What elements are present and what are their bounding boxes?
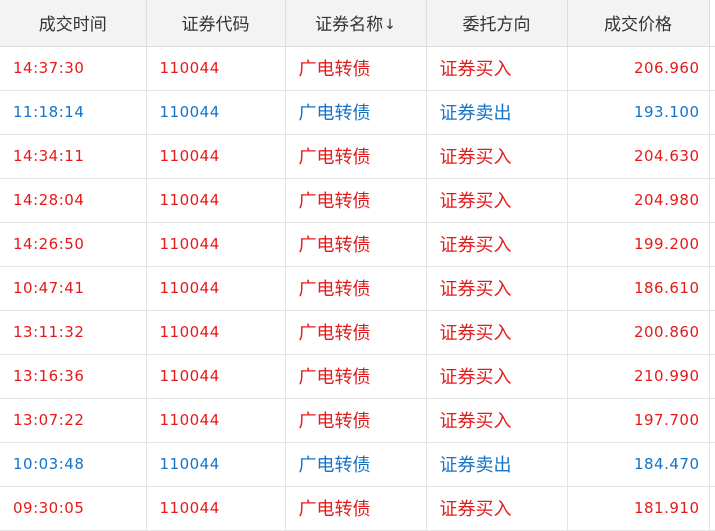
column-header-trade-time[interactable]: 成交时间 <box>0 0 147 47</box>
security-code-cell: 110044 <box>146 266 286 311</box>
row-filler <box>709 442 715 487</box>
table-row[interactable]: 13:11:32 110044 广电转债 证券买入 200.860 <box>0 310 715 355</box>
trade-price-cell: 186.610 <box>567 266 710 311</box>
header-filler <box>709 0 715 47</box>
trade-time-cell: 10:47:41 <box>0 266 147 311</box>
order-direction-cell: 证券买入 <box>426 398 568 443</box>
security-code-cell: 110044 <box>146 46 286 91</box>
table-row[interactable]: 10:03:48 110044 广电转债 证券卖出 184.470 <box>0 442 715 487</box>
table-row[interactable]: 14:28:04 110044 广电转债 证券买入 204.980 <box>0 178 715 223</box>
security-code-cell: 110044 <box>146 134 286 179</box>
trade-price-cell: 184.470 <box>567 442 710 487</box>
trade-time-cell: 14:37:30 <box>0 46 147 91</box>
security-code-cell: 110044 <box>146 442 286 487</box>
column-header-security-name[interactable]: 证券名称↓ <box>285 0 427 47</box>
order-direction-cell: 证券买入 <box>426 266 568 311</box>
security-code-cell: 110044 <box>146 178 286 223</box>
order-direction-cell: 证券买入 <box>426 178 568 223</box>
trade-time-cell: 13:11:32 <box>0 310 147 355</box>
security-code-cell: 110044 <box>146 354 286 399</box>
order-direction-cell: 证券买入 <box>426 222 568 267</box>
trade-price-cell: 199.200 <box>567 222 710 267</box>
row-filler <box>709 310 715 355</box>
table-header: 成交时间 证券代码 证券名称↓ 委托方向 成交价格 <box>0 0 715 47</box>
security-name-cell: 广电转债 <box>285 90 427 135</box>
security-name-cell: 广电转债 <box>285 310 427 355</box>
row-filler <box>709 398 715 443</box>
security-code-cell: 110044 <box>146 398 286 443</box>
trade-price-cell: 204.980 <box>567 178 710 223</box>
table-row[interactable]: 13:16:36 110044 广电转债 证券买入 210.990 <box>0 354 715 399</box>
security-name-cell: 广电转债 <box>285 486 427 531</box>
trade-time-cell: 14:34:11 <box>0 134 147 179</box>
table-row[interactable]: 13:07:22 110044 广电转债 证券买入 197.700 <box>0 398 715 443</box>
trade-price-cell: 204.630 <box>567 134 710 179</box>
trade-records-table: 成交时间 证券代码 证券名称↓ 委托方向 成交价格 14:37:30 110044… <box>0 0 715 531</box>
column-header-security-name-label: 证券名称 <box>315 15 384 36</box>
table-row[interactable]: 14:37:30 110044 广电转债 证券买入 206.960 <box>0 46 715 91</box>
order-direction-cell: 证券买入 <box>426 46 568 91</box>
trade-time-cell: 14:26:50 <box>0 222 147 267</box>
row-filler <box>709 90 715 135</box>
order-direction-cell: 证券买入 <box>426 486 568 531</box>
trade-price-cell: 200.860 <box>567 310 710 355</box>
security-name-cell: 广电转债 <box>285 442 427 487</box>
trade-price-cell: 193.100 <box>567 90 710 135</box>
row-filler <box>709 486 715 531</box>
row-filler <box>709 222 715 267</box>
trade-time-cell: 09:30:05 <box>0 486 147 531</box>
row-filler <box>709 266 715 311</box>
table-body: 14:37:30 110044 广电转债 证券买入 206.960 11:18:14 110… <box>0 46 715 531</box>
trade-time-cell: 13:16:36 <box>0 354 147 399</box>
security-name-cell: 广电转债 <box>285 398 427 443</box>
trade-time-cell: 10:03:48 <box>0 442 147 487</box>
security-name-cell: 广电转债 <box>285 266 427 311</box>
trade-price-cell: 181.910 <box>567 486 710 531</box>
table-row[interactable]: 10:47:41 110044 广电转债 证券买入 186.610 <box>0 266 715 311</box>
security-code-cell: 110044 <box>146 486 286 531</box>
order-direction-cell: 证券买入 <box>426 134 568 179</box>
table-row[interactable]: 11:18:14 110044 广电转债 证券卖出 193.100 <box>0 90 715 135</box>
security-code-cell: 110044 <box>146 222 286 267</box>
row-filler <box>709 178 715 223</box>
row-filler <box>709 354 715 399</box>
row-filler <box>709 46 715 91</box>
security-code-cell: 110044 <box>146 90 286 135</box>
column-header-order-direction[interactable]: 委托方向 <box>426 0 568 47</box>
column-header-trade-price[interactable]: 成交价格 <box>567 0 710 47</box>
security-name-cell: 广电转债 <box>285 46 427 91</box>
header-row: 成交时间 证券代码 证券名称↓ 委托方向 成交价格 <box>0 0 715 47</box>
security-name-cell: 广电转债 <box>285 354 427 399</box>
table-row[interactable]: 09:30:05 110044 广电转债 证券买入 181.910 <box>0 486 715 531</box>
order-direction-cell: 证券买入 <box>426 354 568 399</box>
order-direction-cell: 证券买入 <box>426 310 568 355</box>
sort-descending-icon: ↓ <box>384 17 396 34</box>
security-name-cell: 广电转债 <box>285 134 427 179</box>
table-row[interactable]: 14:26:50 110044 广电转债 证券买入 199.200 <box>0 222 715 267</box>
trade-price-cell: 197.700 <box>567 398 710 443</box>
trade-time-cell: 14:28:04 <box>0 178 147 223</box>
security-code-cell: 110044 <box>146 310 286 355</box>
order-direction-cell: 证券卖出 <box>426 442 568 487</box>
row-filler <box>709 134 715 179</box>
trade-time-cell: 13:07:22 <box>0 398 147 443</box>
trade-price-cell: 206.960 <box>567 46 710 91</box>
order-direction-cell: 证券卖出 <box>426 90 568 135</box>
column-header-security-code[interactable]: 证券代码 <box>146 0 286 47</box>
trade-time-cell: 11:18:14 <box>0 90 147 135</box>
security-name-cell: 广电转债 <box>285 178 427 223</box>
trade-price-cell: 210.990 <box>567 354 710 399</box>
security-name-cell: 广电转债 <box>285 222 427 267</box>
table-row[interactable]: 14:34:11 110044 广电转债 证券买入 204.630 <box>0 134 715 179</box>
